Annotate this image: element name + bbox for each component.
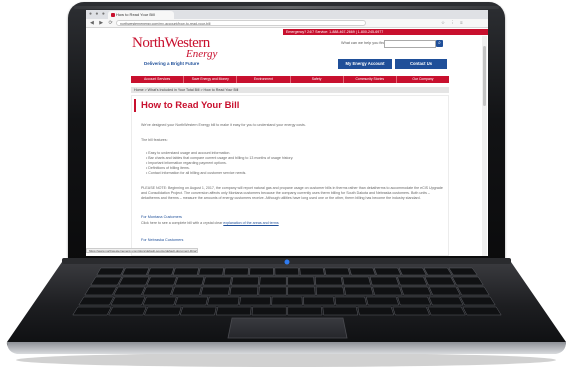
keyboard-key[interactable] [203,276,232,286]
keyboard-key[interactable] [322,306,359,316]
keyboard-key[interactable] [271,296,303,306]
keyboard-key[interactable] [146,276,177,286]
keyboard-key[interactable] [147,267,175,276]
keyboard-key[interactable] [142,286,174,296]
floor-shadow [16,353,556,367]
keyboard-key[interactable] [423,267,453,276]
keyboard-key[interactable] [315,286,345,296]
keyboard-key[interactable] [96,267,125,276]
keyboard-key[interactable] [357,306,395,316]
keyboard-key[interactable] [397,296,432,306]
keyboard-key[interactable] [142,296,177,306]
keyboard-key[interactable] [249,267,274,276]
keyboard-key[interactable] [144,306,182,316]
keyboard-key[interactable] [174,276,205,286]
keyboard-key[interactable] [397,276,428,286]
keyboard-key[interactable] [428,286,461,296]
keyboard-key[interactable] [459,296,496,306]
keyboard-key[interactable] [427,306,466,316]
keyboard-key[interactable] [215,306,252,316]
keyboard-key[interactable] [171,286,202,296]
laptop-base [6,258,566,367]
keyboard-key[interactable] [251,306,287,316]
keyboard-key[interactable] [223,267,249,276]
keyboard-key[interactable] [448,267,478,276]
deck-front-edge [7,342,566,354]
touchpad[interactable] [227,317,348,339]
keyboard-key[interactable] [274,267,300,276]
keyboard-key[interactable] [342,276,371,286]
keyboard-key[interactable] [207,296,240,306]
keyboard-key[interactable] [118,276,150,286]
keyboard-key[interactable] [110,296,146,306]
keyboard-key[interactable] [344,286,374,296]
webcam-light-icon [284,259,290,265]
keyboard-key[interactable] [229,286,259,296]
keyboard-key[interactable] [174,296,209,306]
keyboard-key[interactable] [121,267,150,276]
keyboard-key[interactable] [398,267,427,276]
keyboard-key[interactable] [324,267,351,276]
keyboard-key[interactable] [369,276,400,286]
keyboard-key[interactable] [198,267,224,276]
keyboard-key[interactable] [372,286,403,296]
keyboard-key[interactable] [349,267,376,276]
keyboard-key[interactable] [303,296,335,306]
keyboard-key[interactable] [172,267,199,276]
keyboard-key[interactable] [287,286,316,296]
keyboard-key[interactable] [239,296,271,306]
keyboard-key[interactable] [462,306,502,316]
keyboard-key[interactable] [392,306,430,316]
keyboard-key[interactable] [424,276,456,286]
keyboard-key[interactable] [428,296,464,306]
keyboard-key[interactable] [179,306,217,316]
keyboard-key[interactable] [457,286,490,296]
keyboard-key[interactable] [90,276,123,286]
keyboard-key[interactable] [334,296,367,306]
keyboard-key[interactable] [113,286,146,296]
keyboard-key[interactable] [373,267,402,276]
keyboard-key[interactable] [258,286,287,296]
keyboard-key[interactable] [78,296,115,306]
keyboard-key[interactable] [84,286,117,296]
keyboard-key[interactable] [314,276,343,286]
keyboard-key[interactable] [72,306,112,316]
keyboard-key[interactable] [287,276,315,286]
keyboard-key[interactable] [287,306,323,316]
keyboard-key[interactable] [200,286,230,296]
keyboard-key[interactable] [451,276,484,286]
keyboard-key[interactable] [108,306,147,316]
keyboard-key[interactable] [299,267,325,276]
keyboard-key[interactable] [259,276,287,286]
keyboard-key[interactable] [231,276,260,286]
keyboard-key[interactable] [400,286,432,296]
keyboard-key[interactable] [365,296,400,306]
